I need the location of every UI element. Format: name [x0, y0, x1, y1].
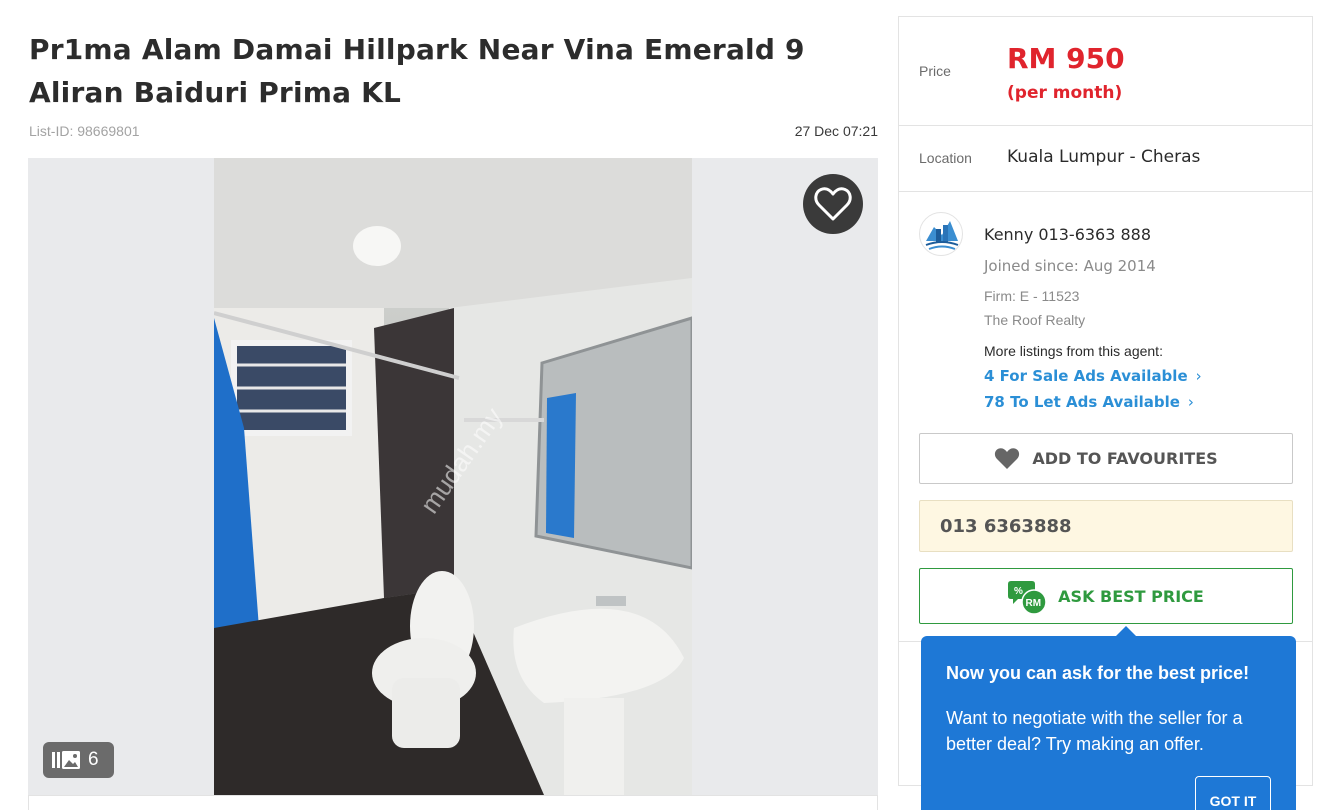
post-date: 27 Dec 07:21	[794, 123, 878, 139]
photo-count: 6	[88, 749, 99, 770]
listing-title: Pr1ma Alam Damai Hillpark Near Vina Emer…	[29, 33, 805, 109]
list-id: List-ID: 98669801	[29, 123, 140, 139]
tooltip-title: Now you can ask for the best price!	[946, 663, 1250, 683]
agent-name[interactable]: Kenny 013-6363 888	[984, 225, 1151, 244]
location-value: Kuala Lumpur - Cheras	[1007, 147, 1201, 167]
price-chat-icon: % RM	[1008, 581, 1047, 615]
listing-meta: List-ID: 98669801 27 Dec 07:21	[29, 123, 878, 139]
to-let-ads-label: 78 To Let Ads Available	[984, 393, 1180, 411]
for-sale-ads-label: 4 For Sale Ads Available	[984, 367, 1188, 385]
bathroom-photo-illustration: mudah.my	[214, 158, 692, 795]
to-let-ads-link[interactable]: 78 To Let Ads Available ›	[984, 393, 1194, 411]
agent-company: The Roof Realty	[984, 312, 1086, 328]
gallery-bottom-edge	[28, 795, 878, 810]
svg-text:RM: RM	[1026, 598, 1042, 609]
for-sale-ads-link[interactable]: 4 For Sale Ads Available ›	[984, 367, 1202, 385]
listing-photo[interactable]: mudah.my	[214, 158, 692, 795]
more-listings-label: More listings from this agent:	[984, 343, 1163, 359]
save-favourite-button[interactable]	[803, 174, 863, 234]
location-row: Location Kuala Lumpur - Cheras	[899, 126, 1312, 192]
add-to-favourites-label: ADD TO FAVOURITES	[1032, 449, 1218, 468]
chevron-right-icon: ›	[1187, 393, 1194, 411]
phone-number-box[interactable]: 013 6363888	[919, 500, 1293, 552]
best-price-tooltip: Now you can ask for the best price! Want…	[921, 626, 1296, 810]
chevron-right-icon: ›	[1195, 367, 1202, 385]
ask-best-price-label: ASK BEST PRICE	[1058, 586, 1204, 606]
gallery-icon	[52, 751, 80, 769]
agent-firm-number: Firm: E - 11523	[984, 288, 1080, 304]
listing-page: Pr1ma Alam Damai Hillpark Near Vina Emer…	[0, 0, 1325, 810]
photo-gallery[interactable]: mudah.my 6	[28, 158, 878, 795]
tooltip-body: Want to negotiate with the seller for a …	[946, 708, 1243, 754]
heart-icon	[995, 448, 1020, 469]
location-label: Location	[919, 150, 972, 166]
price-value: RM 950	[1007, 42, 1125, 75]
add-to-favourites-button[interactable]: ADD TO FAVOURITES	[919, 433, 1293, 484]
price-label: Price	[919, 63, 951, 79]
svg-text:%: %	[1014, 586, 1023, 597]
heart-outline-icon	[814, 187, 852, 221]
photo-count-badge[interactable]: 6	[43, 742, 114, 778]
phone-number: 013 6363888	[940, 515, 1072, 537]
price-unit: (per month)	[1007, 83, 1123, 103]
ask-best-price-button[interactable]: % RM ASK BEST PRICE	[919, 568, 1293, 624]
agent-logo-icon	[925, 221, 959, 250]
agent-avatar[interactable]	[919, 212, 963, 256]
agent-joined-date: Joined since: Aug 2014	[984, 257, 1156, 275]
got-it-button[interactable]: GOT IT	[1195, 776, 1271, 810]
price-row: Price RM 950 (per month)	[899, 17, 1312, 126]
